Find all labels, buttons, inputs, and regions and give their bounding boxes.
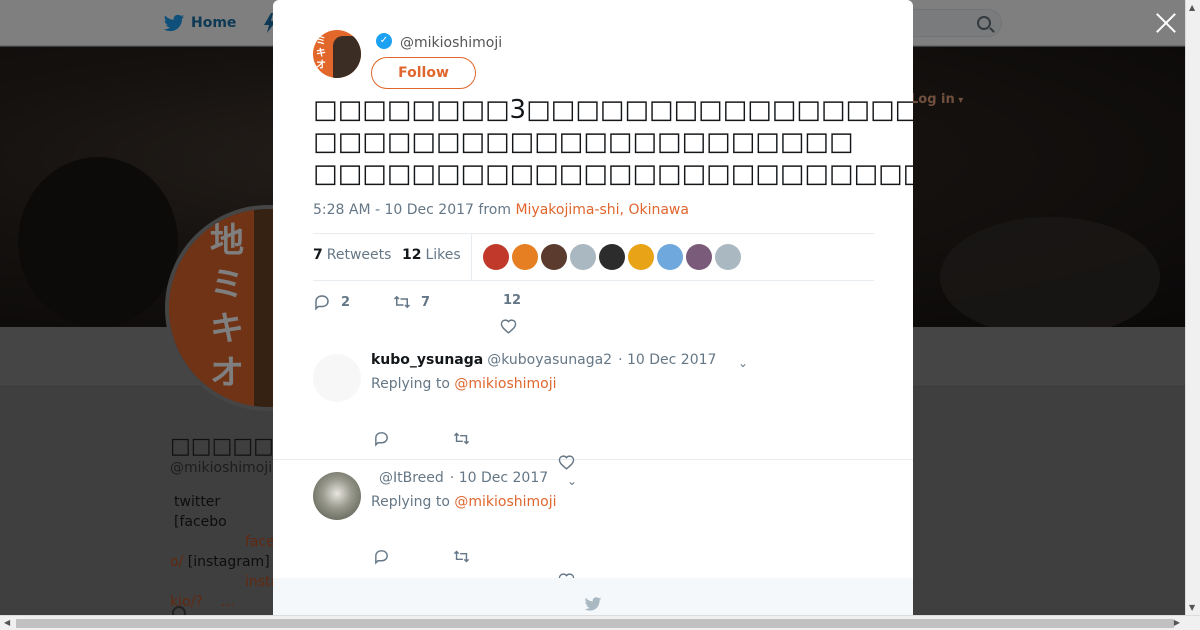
- replying-to-handle[interactable]: @mikioshimoji: [454, 376, 556, 392]
- horizontal-scrollbar[interactable]: ◀ ▶: [0, 615, 1200, 630]
- scroll-right-icon[interactable]: ▶: [1174, 618, 1180, 627]
- retweets-stat[interactable]: 7 Retweets: [313, 247, 391, 263]
- liker-avatar[interactable]: [512, 244, 538, 270]
- reply-count: 2: [341, 294, 351, 310]
- like-count: 12: [503, 293, 522, 308]
- liker-avatar[interactable]: [599, 244, 625, 270]
- reply-icon: [315, 295, 329, 311]
- close-icon[interactable]: [1153, 10, 1179, 36]
- liker-avatar[interactable]: [570, 244, 596, 270]
- retweets-label: Retweets: [326, 247, 392, 263]
- tweet-from: from: [478, 202, 511, 218]
- verified-icon: ✓: [376, 33, 392, 49]
- reply-author-handle[interactable]: @kuboyasunaga2: [487, 352, 612, 368]
- reply-icon[interactable]: [373, 548, 390, 565]
- liker-avatars: [483, 244, 741, 270]
- retweet-icon: [393, 295, 411, 309]
- scrollbar-thumb[interactable]: [16, 619, 1174, 628]
- likes-stat[interactable]: 12 Likes: [402, 247, 461, 263]
- reply-author-handle[interactable]: @ItBreed: [379, 470, 444, 486]
- modal-footer: [273, 578, 913, 615]
- tweet-modal: ミキオ ✓ @mikioshimoji Follow □□□□□□□□3□□□□…: [273, 0, 913, 615]
- likes-label: Likes: [425, 247, 461, 263]
- scroll-left-icon[interactable]: ◀: [4, 618, 10, 627]
- reply-avatar[interactable]: [313, 472, 361, 520]
- likes-count: 12: [402, 247, 422, 263]
- retweet-icon[interactable]: [453, 548, 470, 565]
- reply-date[interactable]: · 10 Dec 2017: [618, 352, 716, 368]
- reply-tweet[interactable]: kubo_ysunaga @kuboyasunaga2 · 10 Dec 2017 …: [273, 342, 913, 470]
- scroll-down-icon[interactable]: ▼: [1189, 603, 1195, 612]
- liker-avatar[interactable]: [657, 244, 683, 270]
- heart-icon[interactable]: [500, 318, 517, 335]
- tweet-location[interactable]: Miyakojima-shi, Okinawa: [515, 202, 689, 218]
- retweet-count: 7: [421, 294, 431, 310]
- retweets-count: 7: [313, 247, 323, 263]
- avatar-person: [333, 36, 361, 78]
- liker-avatar[interactable]: [628, 244, 654, 270]
- replying-to-handle[interactable]: @mikioshimoji: [454, 494, 556, 510]
- tweet-metadata: 5:28 AM - 10 Dec 2017 from Miyakojima-sh…: [313, 202, 689, 218]
- liker-avatar[interactable]: [541, 244, 567, 270]
- chevron-down-icon[interactable]: ⌄: [567, 474, 577, 488]
- liker-avatar[interactable]: [715, 244, 741, 270]
- reply-header: @ItBreed · 10 Dec 2017: [375, 470, 548, 486]
- replying-to: Replying to @mikioshimoji: [371, 376, 557, 392]
- like-count-wrap: 12: [503, 293, 521, 308]
- replying-to: Replying to @mikioshimoji: [371, 494, 557, 510]
- reply-header: kubo_ysunaga @kuboyasunaga2 · 10 Dec 2017: [371, 352, 716, 368]
- reply-date[interactable]: · 10 Dec 2017: [450, 470, 548, 486]
- reply-avatar[interactable]: [313, 354, 361, 402]
- vertical-scrollbar[interactable]: ▲ ▼: [1185, 0, 1200, 615]
- tweet-actions: 2 7 12: [313, 290, 874, 338]
- follow-button[interactable]: Follow: [371, 57, 476, 89]
- avatar-sash-text: ミキオ: [316, 36, 326, 71]
- tweet-time[interactable]: 5:28 AM - 10 Dec 2017: [313, 202, 474, 218]
- stats-divider: [471, 234, 472, 281]
- reply-tweet[interactable]: @ItBreed · 10 Dec 2017 ⌄ Replying to @mik…: [273, 460, 913, 588]
- replying-prefix: Replying to: [371, 376, 450, 392]
- scroll-up-icon[interactable]: ▲: [1189, 3, 1195, 12]
- liker-avatar[interactable]: [483, 244, 509, 270]
- reply-author-name[interactable]: kubo_ysunaga: [371, 352, 483, 368]
- tweet-author-avatar[interactable]: ミキオ: [313, 30, 361, 78]
- chevron-down-icon[interactable]: ⌄: [738, 356, 748, 370]
- liker-avatar[interactable]: [686, 244, 712, 270]
- reply-icon[interactable]: [373, 430, 390, 447]
- reply-action[interactable]: 2: [313, 293, 350, 311]
- retweet-icon[interactable]: [453, 430, 470, 447]
- replying-prefix: Replying to: [371, 494, 450, 510]
- tweet-stats: 7 Retweets 12 Likes: [313, 233, 874, 281]
- tweet-author-handle[interactable]: @mikioshimoji: [400, 35, 502, 51]
- twitter-bird-icon: [584, 597, 602, 611]
- tweet-text: □□□□□□□□3□□□□□□□□□□□□□□□□ □□□□□□□□□□□□□□ …: [313, 95, 913, 189]
- retweet-action[interactable]: 7: [393, 293, 430, 311]
